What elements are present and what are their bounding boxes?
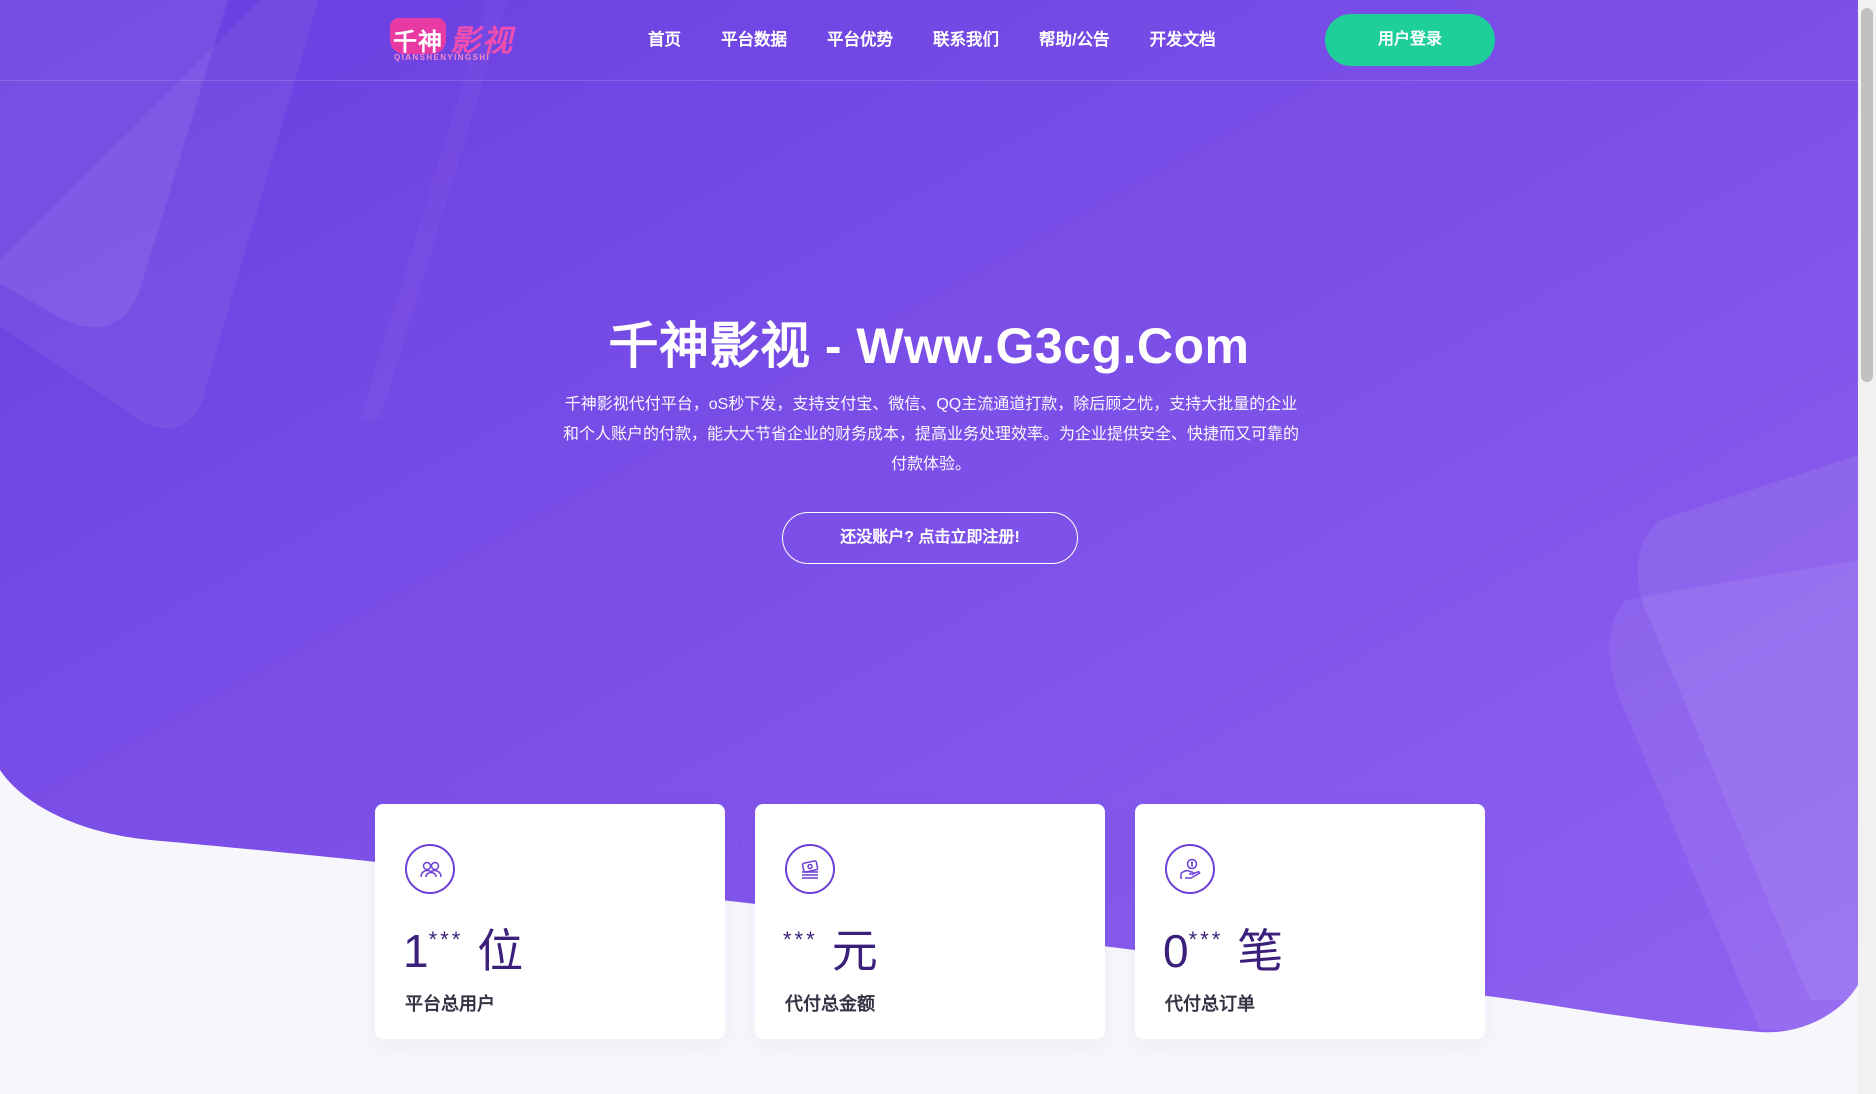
logo-subtext: QIANSHENYINGSHI [394,53,491,62]
stat-unit: 元 [831,925,878,977]
site-logo[interactable]: 千神 影视 QIANSHENYINGSHI [390,14,520,62]
nav-item-contact[interactable]: 联系我们 [933,26,999,54]
stat-unit: 位 [477,925,524,977]
hero-title: 千神影视 - Www.G3cg.Com [608,318,1250,374]
scrollbar-thumb[interactable] [1861,8,1873,382]
hero-description: 千神影视代付平台，oS秒下发，支持支付宝、微信、QQ主流通道打款，除后顾之忧，支… [562,396,1299,473]
stat-value: 1*** 位 [403,910,523,977]
logo-mark: 千神 [390,18,446,56]
stat-number: 1 [403,925,429,977]
stat-masked-digits: *** [1188,927,1224,952]
stat-masked-digits: *** [783,927,818,952]
users-icon [405,844,455,894]
page-scrollbar[interactable] [1858,0,1876,1094]
hand-coin-icon [1165,844,1215,894]
logo-mark-text: 千神 [393,27,443,56]
stat-number: 0 [1163,925,1189,977]
stat-card-orders: 0*** 笔 代付总订单 [1135,804,1485,1039]
nav-item-platform-advantages[interactable]: 平台优势 [827,26,893,54]
stat-value: *** 元 [783,910,878,977]
stat-label: 代付总订单 [1165,994,1255,1014]
nav-item-dev-docs[interactable]: 开发文档 [1150,26,1216,54]
stat-masked-digits: *** [428,927,464,952]
page-viewport: 千神 影视 QIANSHENYINGSHI 首页 平台数据 平台优势 联系我们 … [0,0,1858,1094]
money-stack-icon [785,844,835,894]
stat-label: 平台总用户 [405,994,495,1014]
nav-item-platform-data[interactable]: 平台数据 [721,26,787,54]
stat-label: 代付总金额 [785,994,875,1014]
nav-item-home[interactable]: 首页 [648,26,681,54]
login-button[interactable]: 用户登录 [1325,14,1495,66]
site-header: 千神 影视 QIANSHENYINGSHI 首页 平台数据 平台优势 联系我们 … [0,0,1858,81]
stat-card-users: 1*** 位 平台总用户 [375,804,725,1039]
main-nav: 首页 平台数据 平台优势 联系我们 帮助/公告 开发文档 [648,26,1216,54]
stat-unit: 笔 [1237,925,1284,977]
nav-item-help-notice[interactable]: 帮助/公告 [1039,26,1110,54]
stat-card-amount: *** 元 代付总金额 [755,804,1105,1039]
signup-button[interactable]: 还没账户? 点击立即注册! [782,512,1078,564]
stat-value: 0*** 笔 [1163,910,1283,977]
